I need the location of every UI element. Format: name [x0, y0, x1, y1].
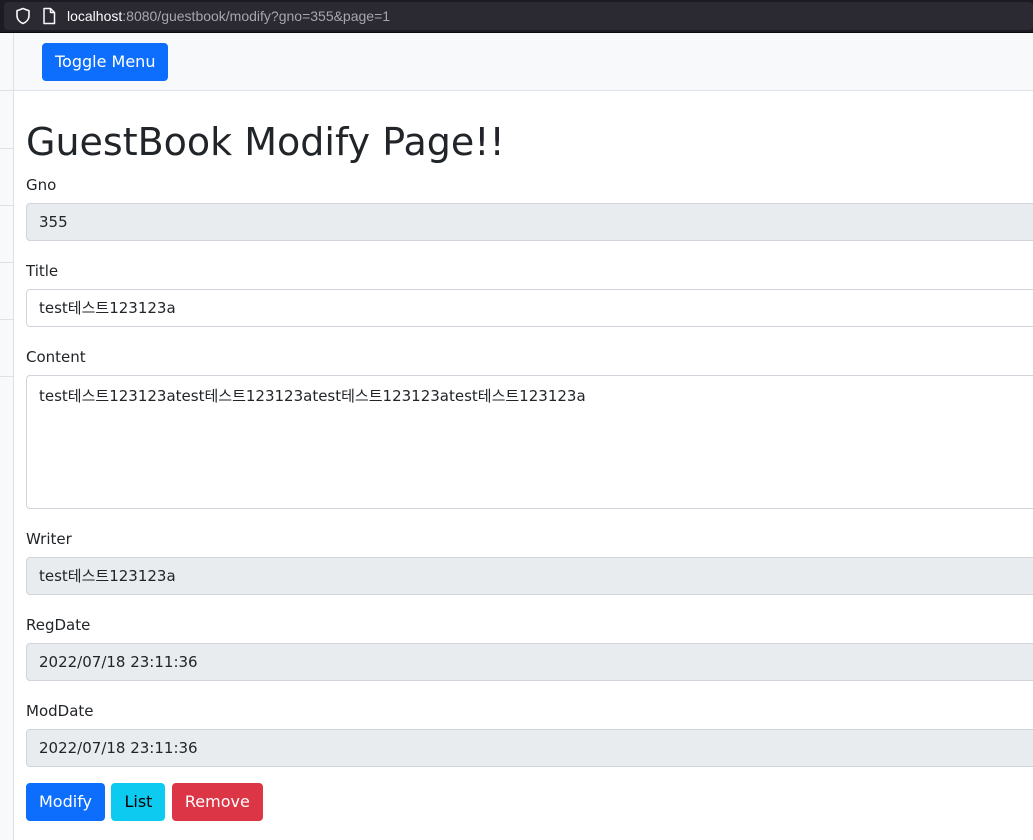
- toggle-menu-button[interactable]: Toggle Menu: [42, 43, 169, 81]
- gno-field[interactable]: 355: [26, 203, 1033, 241]
- list-button[interactable]: List: [111, 783, 166, 821]
- sidebar-divider: [0, 148, 13, 149]
- sidebar: [0, 33, 14, 840]
- browser-toolbar: localhost:8080/guestbook/modify?gno=355&…: [0, 0, 1033, 33]
- moddate-label: ModDate: [26, 702, 94, 720]
- content-textarea[interactable]: test테스트123123atest테스트123123atest테스트12312…: [26, 375, 1033, 509]
- page-icon[interactable]: [41, 7, 57, 25]
- address-bar[interactable]: localhost:8080/guestbook/modify?gno=355&…: [4, 2, 1033, 30]
- moddate-field[interactable]: 2022/07/18 23:11:36: [26, 729, 1033, 767]
- modify-button[interactable]: Modify: [26, 783, 106, 821]
- remove-button[interactable]: Remove: [171, 783, 263, 821]
- title-field[interactable]: test테스트123123a: [26, 289, 1033, 327]
- shield-icon[interactable]: [14, 7, 32, 25]
- action-buttons: Modify List Remove: [26, 783, 265, 821]
- writer-label: Writer: [26, 530, 72, 548]
- sidebar-divider: [0, 205, 13, 206]
- sidebar-divider: [0, 319, 13, 320]
- url-host: localhost: [67, 8, 123, 24]
- top-navbar: Toggle Menu: [14, 33, 1033, 91]
- content-label: Content: [26, 348, 86, 366]
- url-path: :8080/guestbook/modify?gno=355&page=1: [122, 8, 391, 24]
- sidebar-divider: [0, 90, 13, 91]
- url-text[interactable]: localhost:8080/guestbook/modify?gno=355&…: [67, 8, 390, 24]
- regdate-label: RegDate: [26, 616, 91, 634]
- sidebar-divider: [0, 262, 13, 263]
- regdate-field[interactable]: 2022/07/18 23:11:36: [26, 643, 1033, 681]
- writer-field[interactable]: test테스트123123a: [26, 557, 1033, 595]
- gno-label: Gno: [26, 176, 57, 194]
- title-label: Title: [26, 262, 59, 280]
- page-title: GuestBook Modify Page!!: [26, 120, 505, 164]
- sidebar-divider: [0, 376, 13, 377]
